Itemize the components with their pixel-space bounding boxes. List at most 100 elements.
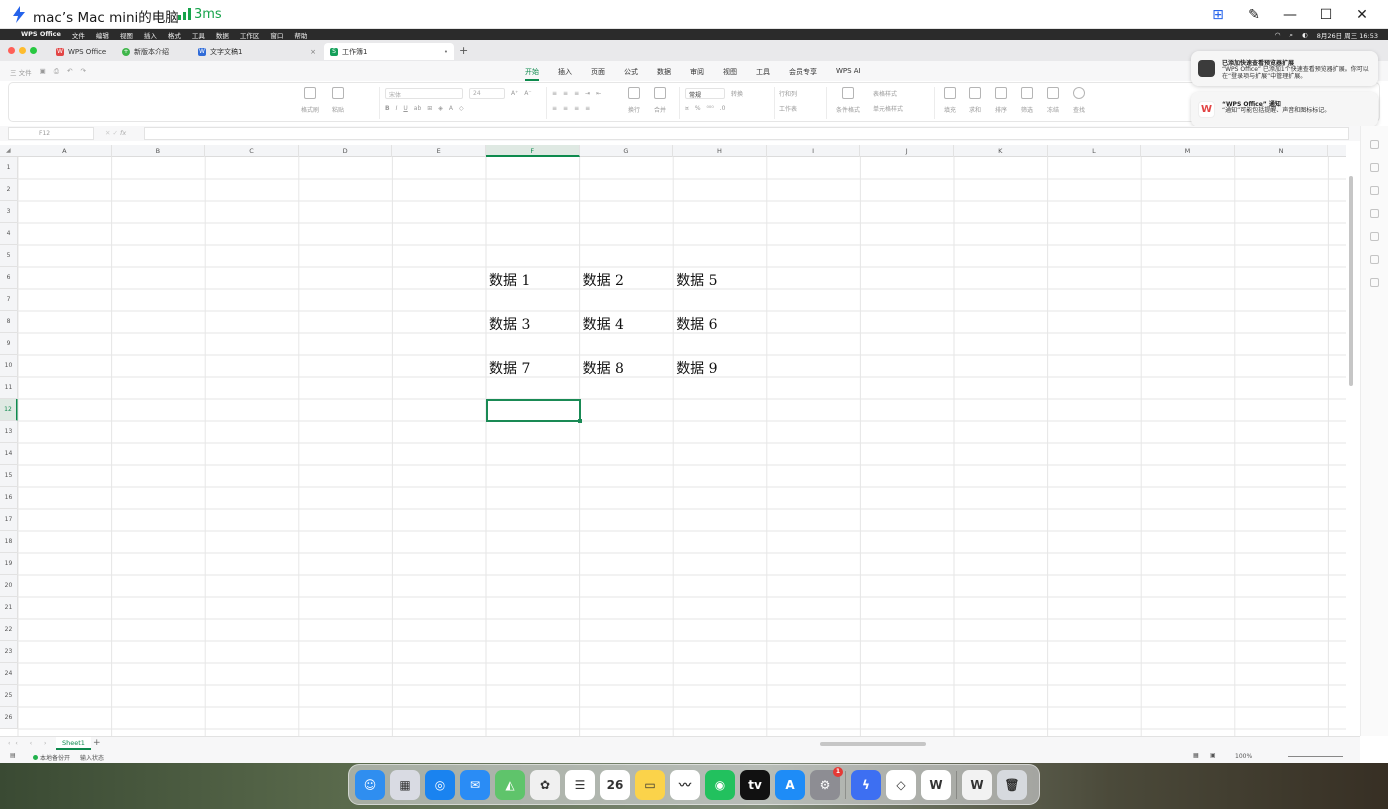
row-header[interactable]: 25 [0,685,18,707]
ribbon-tab[interactable]: 开始 [525,67,539,81]
side-panel-icon[interactable] [1370,255,1379,264]
side-panel-icon[interactable] [1370,140,1379,149]
doc-status-icon[interactable]: ▤ [10,752,16,759]
row-header[interactable]: 10 [0,355,18,377]
view-normal-icon[interactable]: ▦ [1193,752,1199,759]
sort-button[interactable]: 排序 [988,87,1014,114]
active-cell-cursor[interactable] [486,399,582,423]
freeze-button[interactable]: 冻结 [1040,87,1066,114]
align-right-icon[interactable]: ≡ [574,105,579,112]
side-panel-icon[interactable] [1370,232,1379,241]
view-page-icon[interactable]: ▣ [1210,752,1216,759]
row-header[interactable]: 1 [0,157,18,179]
dock-freeform-icon[interactable]: 〰 [670,769,700,800]
dock-maps-icon[interactable]: ◭ [495,769,525,800]
row-header[interactable]: 4 [0,223,18,245]
zoom-slider[interactable] [1288,756,1343,757]
column-header[interactable]: A [18,145,112,157]
find-button[interactable]: 查找 [1066,87,1092,114]
font-name-select[interactable]: 宋体 [385,88,463,99]
menubar-item[interactable]: 数据 [216,30,229,40]
side-panel-icon[interactable] [1370,278,1379,287]
minimize-button[interactable]: — [1272,7,1308,23]
tab-new-version[interactable]: + 新版本介绍 [116,43,190,60]
align-top-icon[interactable]: ≡ [552,90,557,97]
fill-handle[interactable] [577,419,582,423]
ribbon-tab[interactable]: 视图 [723,67,737,81]
zoom-level[interactable]: 100% [1235,753,1252,760]
sum-button[interactable]: 求和 [962,87,988,114]
menubar-item[interactable]: 文件 [72,30,85,40]
dock-app-store-icon[interactable]: A [775,769,805,800]
cell-g10[interactable]: 数据 8 [583,358,624,378]
menubar-item[interactable]: 窗口 [270,30,283,40]
column-header[interactable]: G [580,145,674,157]
ribbon-tab[interactable]: 页面 [591,67,605,81]
notification-wps[interactable]: W “WPS Office” 通知 “通知”可能包括提醒、声音和图标标记。 [1191,92,1378,127]
select-all-corner[interactable]: ◢ [6,147,11,154]
merge-button[interactable]: 合并 [647,87,673,114]
tab-workbook[interactable]: S 工作簿1 • [324,43,454,60]
fill-color-icon[interactable]: ◈ [438,105,443,112]
print-icon[interactable]: ⎙ [54,67,59,77]
cell-f10[interactable]: 数据 7 [489,358,530,378]
row-header[interactable]: 20 [0,575,18,597]
row-header[interactable]: 26 [0,707,18,729]
column-header[interactable]: F [486,145,580,157]
ribbon-tab[interactable]: WPS AI [836,67,861,81]
thousands-icon[interactable]: ⁰⁰⁰ [707,105,714,112]
row-header[interactable]: 22 [0,619,18,641]
column-header[interactable]: J [860,145,954,157]
add-sheet-button[interactable]: + [93,738,101,748]
undo-icon[interactable]: ↶ [67,67,72,77]
window-close-dot[interactable] [8,47,15,54]
dock-finder-icon[interactable]: ☺ [355,769,385,800]
filter-button[interactable]: 筛选 [1014,87,1040,114]
row-col-button[interactable]: 行和列 [779,89,797,98]
menubar-clock[interactable]: 8月26日 周三 16:53 [1317,30,1378,40]
underline-icon[interactable]: U [403,105,407,112]
cell-h10[interactable]: 数据 9 [676,358,717,378]
font-size-select[interactable]: 24 [469,88,505,99]
new-tab-button[interactable]: + [459,44,468,57]
fill-button[interactable]: 填充 [937,87,963,114]
close-button[interactable]: ✕ [1344,7,1380,23]
conditional-format-button[interactable]: 条件格式 [832,87,864,114]
column-header[interactable]: D [299,145,393,157]
row-header[interactable]: 24 [0,663,18,685]
side-panel-icon[interactable] [1370,209,1379,218]
paste-button[interactable]: 粘贴 [325,87,351,114]
control-center-icon[interactable]: ◐ [1302,31,1308,39]
cell-f6[interactable]: 数据 1 [489,270,530,290]
layout-grid-icon[interactable]: ⊞ [1200,7,1236,23]
cell-style-button[interactable]: 单元格样式 [873,104,903,113]
wrap-button[interactable]: 换行 [621,87,647,114]
align-left-icon[interactable]: ≡ [552,105,557,112]
tab-writer-doc[interactable]: W 文字文稿1 × [192,43,322,60]
row-header[interactable]: 14 [0,443,18,465]
ribbon-tab[interactable]: 会员专享 [789,67,817,81]
dock-launchpad-icon[interactable]: ▦ [390,769,420,800]
align-center-icon[interactable]: ≡ [563,105,568,112]
align-bottom-icon[interactable]: ≡ [574,90,579,97]
dock-wps-office-icon[interactable]: W [921,769,951,800]
percent-icon[interactable]: % [695,105,701,112]
backup-status[interactable]: 本地备份开 [33,753,70,762]
tab-close-icon[interactable]: • [444,48,448,56]
column-header[interactable]: M [1141,145,1235,157]
column-header[interactable]: H [673,145,767,157]
column-header[interactable]: B [112,145,206,157]
italic-icon[interactable]: I [396,105,398,112]
horizontal-scrollbar[interactable] [820,742,926,746]
row-header[interactable]: 7 [0,289,18,311]
menubar-item[interactable]: 插入 [144,30,157,40]
wifi-icon[interactable]: ◠ [1275,31,1281,39]
ribbon-tab[interactable]: 插入 [558,67,572,81]
app-menu[interactable]: WPS Office [21,30,61,40]
dock-safari-icon[interactable]: ◎ [425,769,455,800]
row-header[interactable]: 18 [0,531,18,553]
ribbon-tab[interactable]: 数据 [657,67,671,81]
search-icon[interactable]: ⌕ [1289,31,1293,40]
row-header[interactable]: 2 [0,179,18,201]
strike-icon[interactable]: ab [414,105,422,112]
